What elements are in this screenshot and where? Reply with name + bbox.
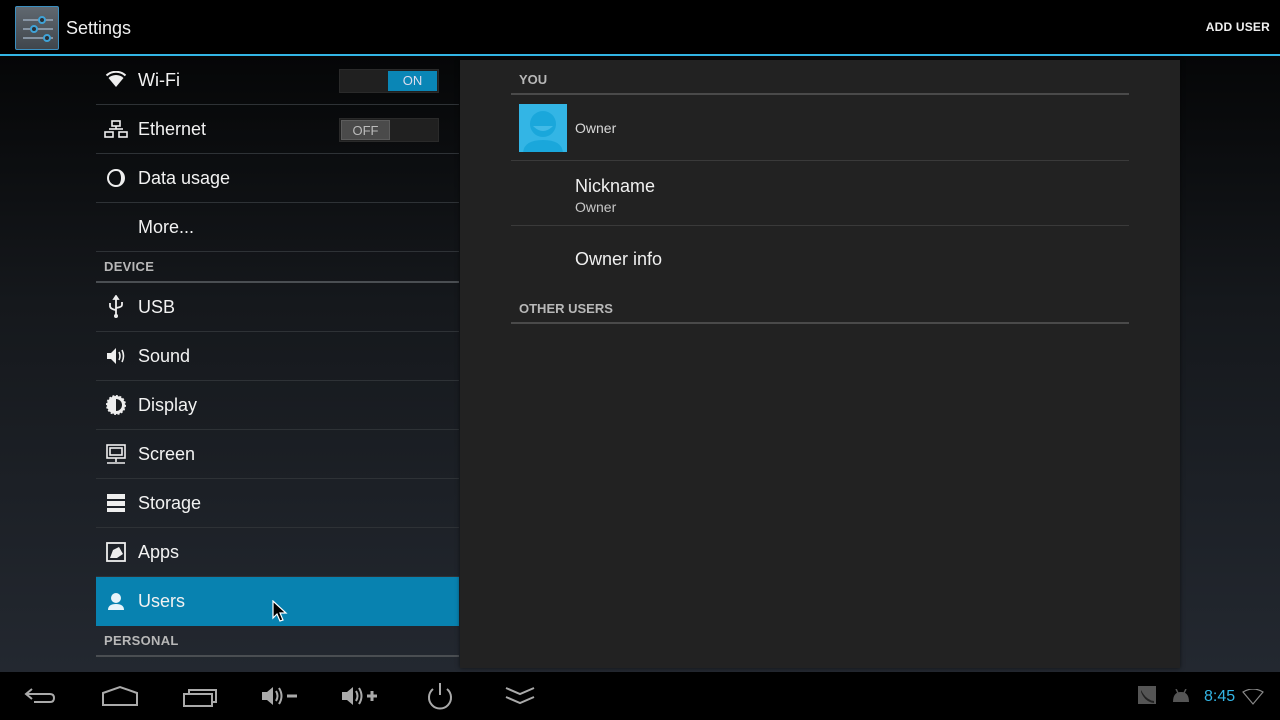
ethernet-icon xyxy=(104,117,128,141)
sidebar-item-label: Wi-Fi xyxy=(138,69,180,90)
users-panel: YOU Owner Nickname Owner Owner info OTHE… xyxy=(460,60,1180,668)
sidebar-item-ethernet[interactable]: Ethernet OFF xyxy=(96,105,459,154)
section-header-label: PERSONAL xyxy=(104,633,179,648)
collapse-icon[interactable] xyxy=(490,676,550,716)
sidebar-item-usb[interactable]: USB xyxy=(96,283,459,332)
sidebar-item-label: Apps xyxy=(138,541,180,562)
sidebar-item-wifi[interactable]: Wi-Fi ON xyxy=(96,56,459,105)
settings-sliders-icon[interactable] xyxy=(15,6,59,50)
section-header-label: DEVICE xyxy=(104,259,155,274)
nickname-value: Owner xyxy=(575,199,617,215)
nickname-title: Nickname xyxy=(575,176,656,196)
ethernet-toggle-state: OFF xyxy=(341,120,390,140)
storage-icon xyxy=(104,491,128,515)
usb-icon xyxy=(104,295,128,319)
wifi-icon xyxy=(104,68,128,92)
display-brightness-icon xyxy=(104,393,128,417)
sidebar-item-apps[interactable]: Apps xyxy=(96,528,459,577)
action-bar: Settings ADD USER xyxy=(0,0,1280,56)
section-header-device: DEVICE xyxy=(96,252,459,283)
sidebar-item-label: More... xyxy=(138,216,195,237)
android-debug-icon xyxy=(1172,688,1190,708)
section-header-personal: PERSONAL xyxy=(96,626,459,657)
power-icon[interactable] xyxy=(410,676,470,716)
sidebar-item-label: Screen xyxy=(138,443,196,464)
you-header: YOU xyxy=(511,60,1129,95)
wifi-toggle[interactable]: ON xyxy=(339,69,439,93)
sidebar-item-display[interactable]: Display xyxy=(96,381,459,430)
sidebar-item-label: Users xyxy=(138,590,186,611)
sidebar-item-label: Ethernet xyxy=(138,118,207,139)
sidebar-item-label: Sound xyxy=(138,345,191,366)
other-users-header-label: OTHER USERS xyxy=(519,301,613,316)
volume-down-icon[interactable] xyxy=(250,676,310,716)
sidebar-item-data-usage[interactable]: Data usage xyxy=(96,154,459,203)
mouse-cursor-icon xyxy=(272,599,288,629)
sidebar-item-sound[interactable]: Sound xyxy=(96,332,459,381)
data-usage-icon xyxy=(104,166,128,190)
wifi-toggle-state: ON xyxy=(388,71,437,91)
settings-list[interactable]: Wi-Fi ON Ethernet OFF Data usage More...… xyxy=(96,56,459,672)
add-user-button[interactable]: ADD USER xyxy=(1206,20,1270,34)
nickname-preference[interactable]: Nickname Owner xyxy=(511,161,1129,226)
owner-info-title: Owner info xyxy=(575,249,663,269)
volume-up-icon[interactable] xyxy=(330,676,390,716)
app-title: Settings xyxy=(66,18,132,38)
navigation-bar: 8:45 xyxy=(0,672,1280,720)
you-header-label: YOU xyxy=(519,72,548,87)
sidebar-item-storage[interactable]: Storage xyxy=(96,479,459,528)
owner-user-row[interactable]: Owner xyxy=(511,95,1129,161)
owner-name: Owner xyxy=(575,120,617,136)
wifi-signal-icon xyxy=(1242,688,1264,710)
sidebar-item-label: Storage xyxy=(138,492,202,513)
owner-info-preference[interactable]: Owner info xyxy=(511,226,1129,292)
clock[interactable]: 8:45 xyxy=(1204,688,1235,706)
user-icon xyxy=(104,589,128,613)
sidebar-item-label: USB xyxy=(138,296,176,317)
sidebar-item-label: Data usage xyxy=(138,167,231,188)
screenshot-icon xyxy=(1138,686,1156,709)
back-icon[interactable] xyxy=(10,676,70,716)
sidebar-item-screen[interactable]: Screen xyxy=(96,430,459,479)
sidebar-item-label: Display xyxy=(138,394,198,415)
apps-icon xyxy=(104,540,128,564)
recent-apps-icon[interactable] xyxy=(170,676,230,716)
avatar xyxy=(519,104,567,152)
sidebar-item-more[interactable]: More... xyxy=(96,203,459,252)
settings-content: Wi-Fi ON Ethernet OFF Data usage More...… xyxy=(0,56,1280,672)
screen-monitor-icon xyxy=(104,442,128,466)
home-icon[interactable] xyxy=(90,676,150,716)
other-users-header: OTHER USERS xyxy=(511,292,1129,324)
sound-icon xyxy=(104,344,128,368)
ethernet-toggle[interactable]: OFF xyxy=(339,118,439,142)
